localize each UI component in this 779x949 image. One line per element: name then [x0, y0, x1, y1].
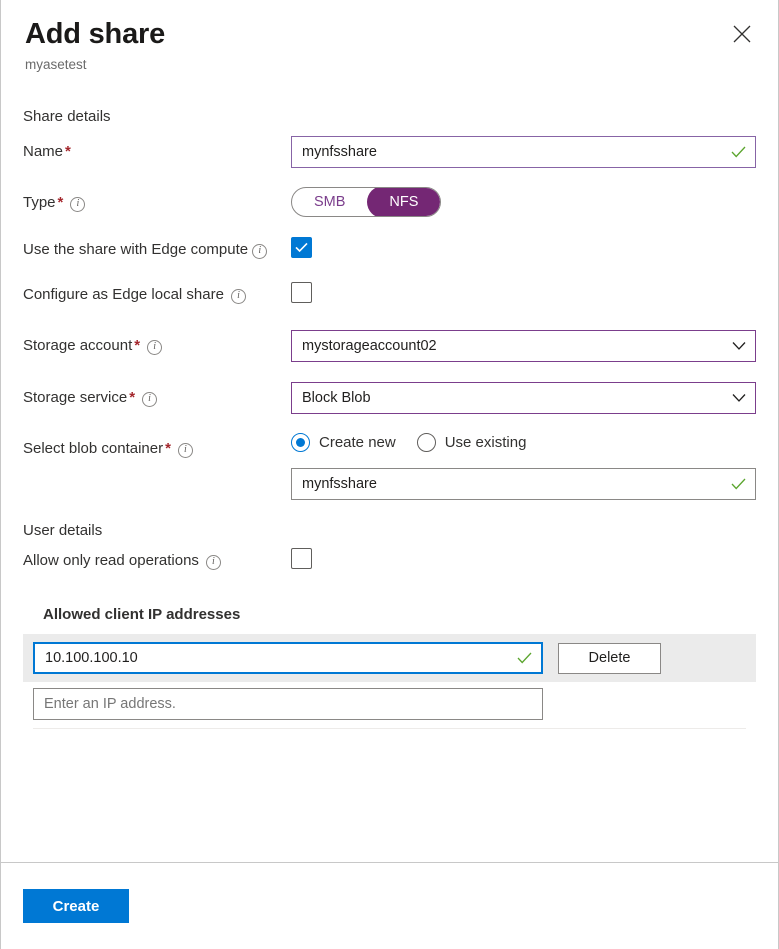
ip-list-divider — [33, 728, 746, 729]
label-type-text: Type — [23, 194, 56, 211]
label-spacer — [23, 468, 291, 474]
field-row-storage-service: Storage service* i Block Blob — [23, 382, 756, 414]
label-edge-local-text: Configure as Edge local share — [23, 286, 224, 303]
required-marker: * — [65, 143, 71, 160]
name-input-wrapper[interactable] — [291, 136, 756, 168]
required-marker: * — [165, 440, 171, 457]
label-name: Name* — [23, 136, 291, 162]
checkmark-icon — [731, 146, 746, 159]
edge-local-checkbox[interactable] — [291, 282, 312, 303]
storage-service-dropdown[interactable]: Block Blob — [291, 382, 756, 414]
info-icon[interactable]: i — [178, 443, 193, 458]
info-icon[interactable]: i — [231, 289, 246, 304]
allowed-ip-row: Delete — [23, 634, 756, 682]
section-user-details: User details — [23, 522, 756, 539]
read-only-checkbox[interactable] — [291, 548, 312, 569]
panel-header: Add share myasetest — [1, 0, 778, 72]
info-icon[interactable]: i — [142, 392, 157, 407]
info-icon[interactable]: i — [252, 244, 267, 259]
type-option-nfs[interactable]: NFS — [367, 187, 440, 217]
storage-account-dropdown[interactable]: mystorageaccount02 — [291, 330, 756, 362]
radio-use-existing[interactable]: Use existing — [417, 433, 527, 452]
ip-input[interactable] — [45, 650, 511, 666]
field-row-read-only: Allow only read operations i — [23, 548, 756, 574]
label-storage-service: Storage service* i — [23, 382, 291, 408]
radio-create-new[interactable]: Create new — [291, 433, 396, 452]
label-blob-container-text: Select blob container — [23, 440, 163, 457]
field-row-edge-local: Configure as Edge local share i — [23, 282, 756, 308]
delete-ip-button[interactable]: Delete — [558, 643, 661, 674]
ip-input-wrapper[interactable] — [33, 642, 543, 674]
page-title: Add share — [25, 18, 754, 51]
field-row-blob-container-name — [23, 468, 756, 500]
label-edge-compute: Use the share with Edge compute i — [23, 237, 291, 260]
allowed-ips-title: Allowed client IP addresses — [43, 606, 756, 623]
close-button[interactable] — [726, 18, 758, 50]
new-ip-input[interactable] — [44, 696, 532, 712]
name-input[interactable] — [302, 144, 725, 160]
new-ip-input-wrapper[interactable] — [33, 688, 543, 720]
storage-service-value: Block Blob — [302, 390, 371, 406]
required-marker: * — [129, 389, 135, 406]
checkmark-icon — [517, 652, 532, 665]
create-button[interactable]: Create — [23, 889, 129, 923]
checkmark-icon — [731, 478, 746, 491]
panel-footer: Create — [1, 862, 778, 949]
close-icon — [733, 25, 751, 43]
field-row-name: Name* — [23, 136, 756, 168]
info-icon[interactable]: i — [70, 197, 85, 212]
storage-account-value: mystorageaccount02 — [302, 338, 437, 354]
add-share-panel: Add share myasetest Share details Name* — [0, 0, 779, 949]
label-storage-service-text: Storage service — [23, 389, 127, 406]
label-storage-account: Storage account* i — [23, 330, 291, 356]
radio-dot — [417, 433, 436, 452]
type-toggle[interactable]: SMB NFS — [291, 187, 441, 217]
field-row-blob-container: Select blob container* i Create new Use e… — [23, 433, 756, 459]
field-row-type: Type* i SMB NFS — [23, 187, 756, 217]
new-allowed-ip-row — [23, 682, 756, 726]
chevron-down-icon — [732, 394, 746, 403]
label-storage-account-text: Storage account — [23, 337, 132, 354]
label-type: Type* i — [23, 187, 291, 213]
field-row-storage-account: Storage account* i mystorageaccount02 — [23, 330, 756, 362]
field-row-edge-compute: Use the share with Edge compute i — [23, 237, 756, 260]
chevron-down-icon — [732, 342, 746, 351]
edge-compute-checkbox[interactable] — [291, 237, 312, 258]
label-name-text: Name — [23, 143, 63, 160]
radio-dot — [291, 433, 310, 452]
radio-use-existing-label: Use existing — [445, 434, 527, 451]
blob-container-name-wrapper[interactable] — [291, 468, 756, 500]
required-marker: * — [58, 194, 64, 211]
label-blob-container: Select blob container* i — [23, 433, 291, 459]
label-read-only: Allow only read operations i — [23, 548, 291, 571]
section-share-details: Share details — [23, 108, 756, 125]
radio-create-new-label: Create new — [319, 434, 396, 451]
required-marker: * — [134, 337, 140, 354]
label-read-only-text: Allow only read operations — [23, 552, 199, 569]
info-icon[interactable]: i — [206, 555, 221, 570]
label-edge-local: Configure as Edge local share i — [23, 282, 291, 305]
share-form: Share details Name* Type*i — [1, 108, 778, 729]
label-edge-compute-text: Use the share with Edge compute — [23, 241, 248, 258]
blob-container-radio-group: Create new Use existing — [291, 433, 756, 452]
page-subtitle: myasetest — [25, 57, 754, 72]
blob-container-name-input[interactable] — [302, 476, 725, 492]
info-icon[interactable]: i — [147, 340, 162, 355]
type-option-smb[interactable]: SMB — [292, 187, 367, 217]
